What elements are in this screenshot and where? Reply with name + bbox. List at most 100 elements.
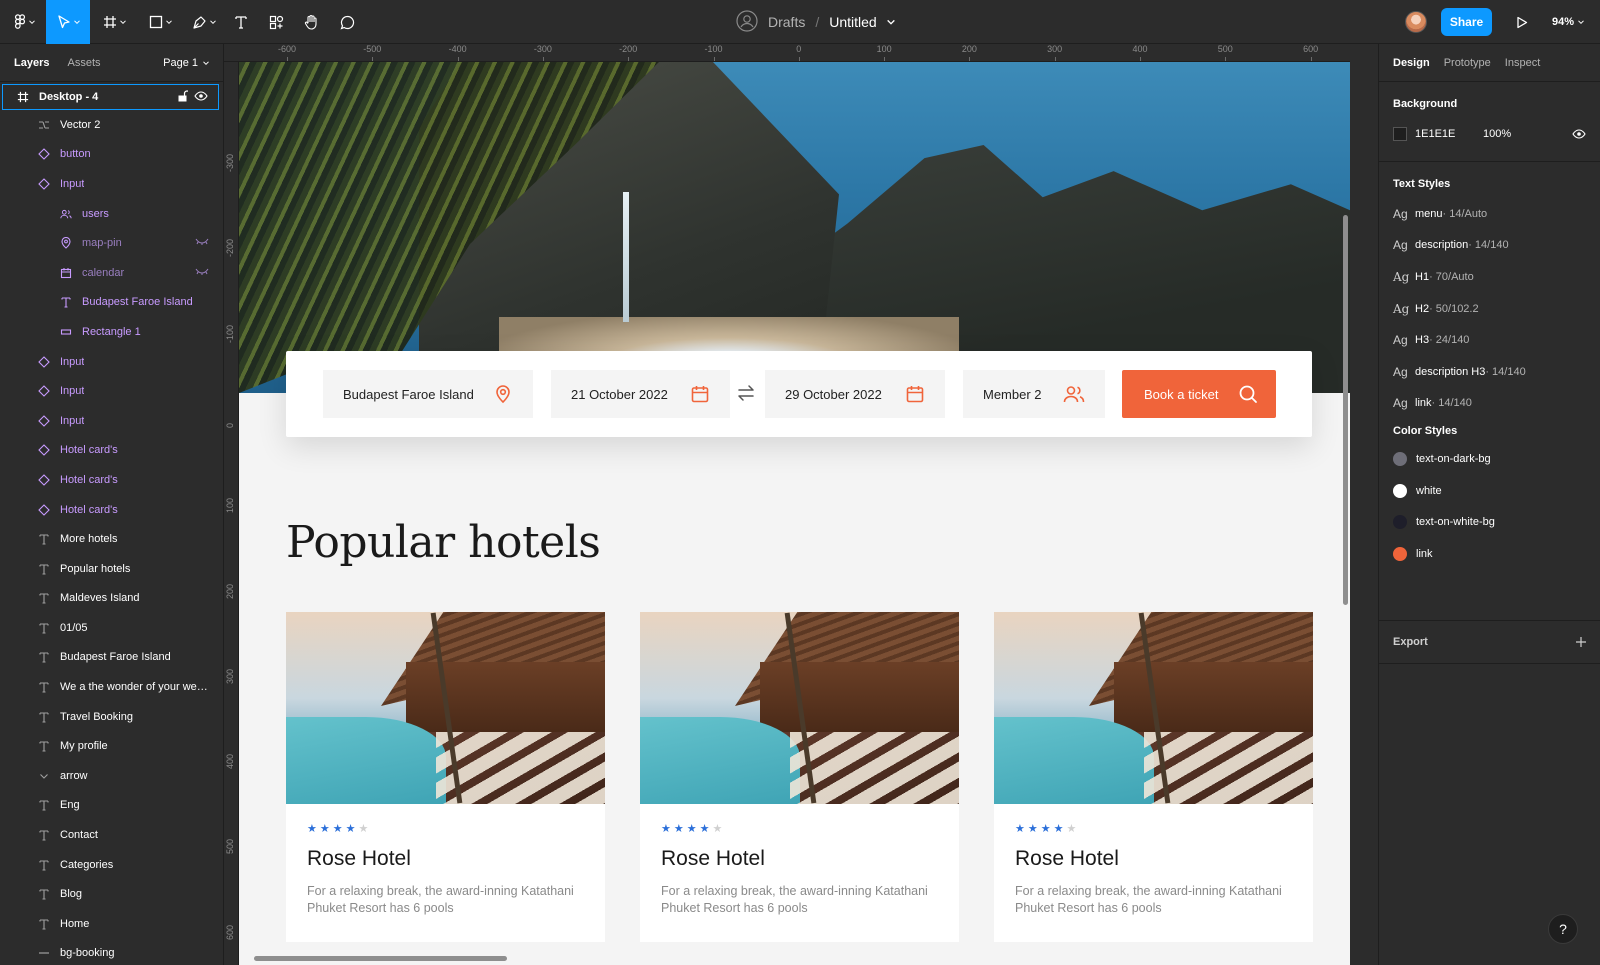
- team-avatar-icon[interactable]: [736, 9, 758, 35]
- eye-off-icon[interactable]: [195, 236, 209, 249]
- layer-row[interactable]: Budapest Faroe Island: [0, 288, 223, 318]
- layer-row[interactable]: More hotels: [0, 524, 223, 554]
- layer-row[interactable]: users: [0, 199, 223, 229]
- chevron-down-icon: [165, 20, 172, 25]
- layer-row[interactable]: Vector 2: [0, 110, 223, 140]
- text-style-name: link: [1415, 397, 1432, 410]
- tab-assets[interactable]: Assets: [67, 57, 100, 69]
- rectangle-icon: [58, 324, 74, 340]
- tab-prototype[interactable]: Prototype: [1444, 57, 1491, 69]
- layer-row[interactable]: Travel Booking: [0, 702, 223, 732]
- vertical-scrollbar[interactable]: [1343, 215, 1348, 605]
- hotel-card[interactable]: ★ ★ ★ ★ ★ Rose Hotel For a relaxing break, the…: [640, 612, 959, 942]
- booking-search-bar[interactable]: Budapest Faroe Island 21 October 2022 29…: [286, 351, 1312, 437]
- layer-row[interactable]: We a the wonder of your week...: [0, 672, 223, 702]
- page-dropdown[interactable]: Page 1: [163, 44, 209, 82]
- move-tool-button[interactable]: [46, 0, 90, 44]
- layer-selected-frame[interactable]: Desktop - 4: [2, 84, 219, 110]
- present-button[interactable]: [1510, 0, 1534, 44]
- help-button[interactable]: ?: [1548, 914, 1578, 944]
- background-color-swatch[interactable]: [1393, 127, 1407, 141]
- color-style-item[interactable]: white: [1379, 475, 1600, 507]
- check-in-date-input[interactable]: 21 October 2022: [551, 370, 730, 418]
- text-style-item[interactable]: Ag description H3 · 14/140: [1379, 356, 1600, 388]
- layer-row[interactable]: Eng: [0, 791, 223, 821]
- layer-row[interactable]: Rectangle 1: [0, 317, 223, 347]
- layer-row[interactable]: My profile: [0, 731, 223, 761]
- layer-row[interactable]: 01/05: [0, 613, 223, 643]
- hand-tool-button[interactable]: [298, 0, 324, 44]
- text-style-item[interactable]: Ag H2 · 50/102.2: [1379, 293, 1600, 325]
- layer-row[interactable]: Input: [0, 347, 223, 377]
- drafts-link[interactable]: Drafts: [768, 14, 805, 30]
- ruler-mark: [884, 57, 886, 61]
- check-out-date-input[interactable]: 29 October 2022: [765, 370, 945, 418]
- layers-list: Desktop - 4 Vector 2 button Input users map-…: [0, 84, 223, 965]
- horizontal-scrollbar[interactable]: [254, 956, 507, 961]
- text-style-glyph-icon: Ag: [1393, 301, 1410, 316]
- shape-tool-button[interactable]: [142, 0, 178, 44]
- color-style-item[interactable]: link: [1379, 538, 1600, 570]
- text-tool-button[interactable]: [228, 0, 254, 44]
- layer-row[interactable]: Budapest Faroe Island: [0, 643, 223, 673]
- text-icon: [36, 797, 52, 813]
- text-style-item[interactable]: Ag menu · 14/Auto: [1379, 198, 1600, 230]
- background-fill-row[interactable]: 1E1E1E 100%: [1393, 126, 1586, 142]
- layer-row[interactable]: Categories: [0, 850, 223, 880]
- tab-design[interactable]: Design: [1393, 57, 1430, 69]
- comment-tool-button[interactable]: [334, 0, 360, 44]
- color-style-item[interactable]: text-on-white-bg: [1379, 506, 1600, 538]
- frame-tool-button[interactable]: [96, 0, 132, 44]
- layer-row[interactable]: Blog: [0, 879, 223, 909]
- chevron-down-icon[interactable]: [886, 18, 895, 26]
- layer-row[interactable]: Hotel card's: [0, 436, 223, 466]
- layer-row[interactable]: Popular hotels: [0, 554, 223, 584]
- unlock-icon[interactable]: [177, 90, 188, 102]
- layer-row[interactable]: calendar: [0, 258, 223, 288]
- layer-row[interactable]: Input: [0, 406, 223, 436]
- share-button[interactable]: Share: [1441, 8, 1492, 36]
- user-avatar[interactable]: [1405, 11, 1427, 33]
- tab-layers[interactable]: Layers: [14, 57, 49, 69]
- text-style-item[interactable]: Ag link · 14/140: [1379, 388, 1600, 420]
- layer-row[interactable]: map-pin: [0, 228, 223, 258]
- hotel-card[interactable]: ★ ★ ★ ★ ★ Rose Hotel For a relaxing break, the…: [286, 612, 605, 942]
- layer-row[interactable]: Contact: [0, 820, 223, 850]
- text-style-meta: · 24/140: [1429, 334, 1470, 347]
- pen-tool-button[interactable]: [186, 0, 222, 44]
- design-canvas[interactable]: Budapest Faroe Island 21 October 2022 29…: [239, 62, 1350, 965]
- location-input[interactable]: Budapest Faroe Island: [323, 370, 533, 418]
- eye-icon[interactable]: [1572, 128, 1586, 140]
- swap-dates-button[interactable]: [736, 383, 756, 408]
- layer-row[interactable]: Maldeves Island: [0, 584, 223, 614]
- file-name[interactable]: Untitled: [829, 14, 876, 30]
- frame-icon: [103, 16, 116, 28]
- text-style-item[interactable]: Ag H3 · 24/140: [1379, 324, 1600, 356]
- hotel-card[interactable]: ★ ★ ★ ★ ★ Rose Hotel For a relaxing break, the…: [994, 612, 1313, 942]
- layer-row[interactable]: Hotel card's: [0, 495, 223, 525]
- layer-row[interactable]: Input: [0, 376, 223, 406]
- book-ticket-button[interactable]: Book a ticket: [1122, 370, 1276, 418]
- layer-row[interactable]: button: [0, 140, 223, 170]
- layer-row[interactable]: Input: [0, 169, 223, 199]
- text-style-item[interactable]: Ag description · 14/140: [1379, 230, 1600, 262]
- star-rating: ★ ★ ★ ★ ★: [307, 824, 368, 835]
- layer-name: Budapest Faroe Island: [82, 296, 193, 309]
- tab-inspect[interactable]: Inspect: [1505, 57, 1540, 69]
- layer-row[interactable]: bg-booking: [0, 939, 223, 965]
- hotel-name: Rose Hotel: [1015, 847, 1119, 870]
- background-opacity[interactable]: 100%: [1483, 128, 1511, 140]
- text-style-item[interactable]: Ag H1 · 70/Auto: [1379, 261, 1600, 293]
- main-menu-button[interactable]: [6, 0, 42, 44]
- eye-off-icon[interactable]: [195, 266, 209, 279]
- zoom-dropdown[interactable]: 94%: [1552, 0, 1584, 44]
- members-input[interactable]: Member 2: [963, 370, 1105, 418]
- plus-icon[interactable]: [1575, 636, 1587, 648]
- layer-row[interactable]: arrow: [0, 761, 223, 791]
- eye-icon[interactable]: [194, 90, 208, 102]
- layer-row[interactable]: Home: [0, 909, 223, 939]
- color-style-item[interactable]: text-on-dark-bg: [1379, 443, 1600, 475]
- layer-row[interactable]: Hotel card's: [0, 465, 223, 495]
- background-hex[interactable]: 1E1E1E: [1415, 128, 1483, 140]
- resources-button[interactable]: [263, 0, 289, 44]
